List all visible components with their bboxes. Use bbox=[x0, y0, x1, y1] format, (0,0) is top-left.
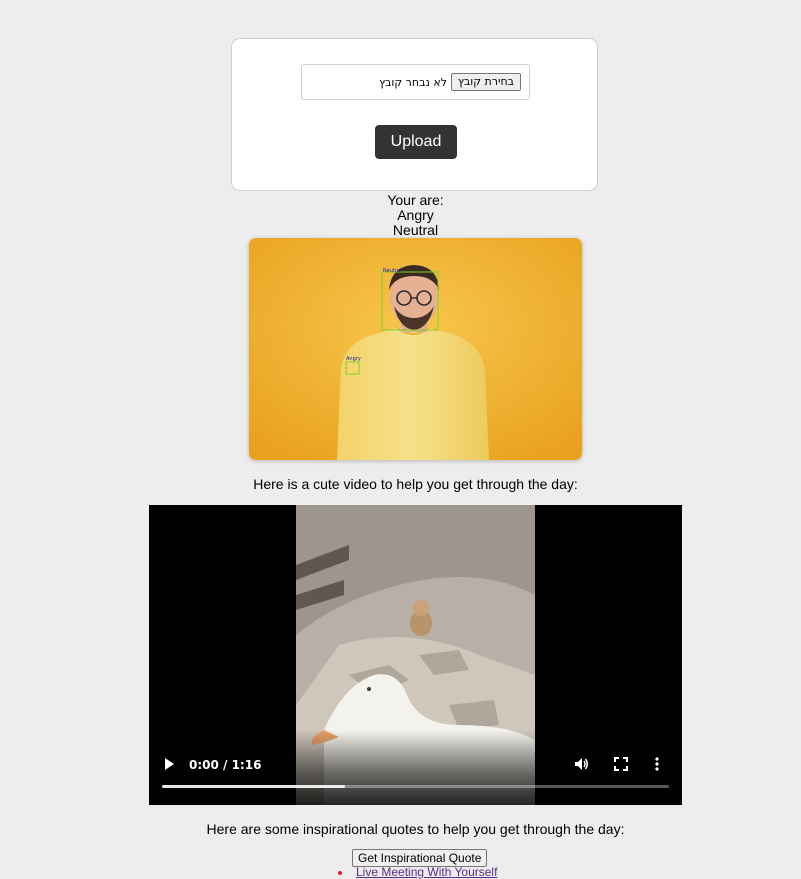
play-icon[interactable] bbox=[163, 757, 175, 771]
quotes-caption: Here are some inspirational quotes to he… bbox=[206, 821, 625, 837]
detection-label-angry: Angry bbox=[346, 356, 361, 362]
emotion-label-2: Neutral bbox=[392, 222, 439, 238]
result-heading: Your are: bbox=[387, 192, 444, 208]
emotion-result: Your are: Angry Neutral bbox=[0, 193, 801, 238]
photo-illustration: Neutral Angry bbox=[249, 238, 582, 460]
fullscreen-icon[interactable] bbox=[614, 757, 628, 771]
detection-label-neutral: Neutral bbox=[383, 268, 401, 274]
more-options-icon[interactable] bbox=[655, 757, 659, 771]
choose-file-button[interactable]: בחירת קובץ bbox=[450, 73, 521, 91]
upload-button[interactable]: Upload bbox=[375, 125, 457, 159]
quote-list: Live Meeting With Yourself bbox=[336, 866, 497, 879]
list-item: Live Meeting With Yourself bbox=[336, 866, 497, 879]
upload-form: בחירת קובץ לא נבחר קובץ Upload bbox=[231, 38, 598, 191]
video-controls: 0:00 / 1:16 bbox=[149, 730, 682, 805]
file-input[interactable]: בחירת קובץ לא נבחר קובץ bbox=[301, 64, 530, 100]
analyzed-photo: Neutral Angry bbox=[249, 238, 582, 460]
video-caption: Here is a cute video to help you get thr… bbox=[253, 476, 578, 492]
video-player[interactable]: 0:00 / 1:16 bbox=[149, 505, 682, 805]
video-buffered-fill bbox=[162, 785, 345, 788]
bullet-icon bbox=[338, 871, 342, 875]
time-readout: 0:00 / 1:16 bbox=[189, 758, 262, 772]
no-file-chosen-text: לא נבחר קובץ bbox=[379, 75, 447, 89]
video-progress-bar[interactable] bbox=[162, 785, 669, 788]
emotion-label-1: Angry bbox=[397, 207, 434, 223]
volume-icon[interactable] bbox=[573, 756, 589, 772]
